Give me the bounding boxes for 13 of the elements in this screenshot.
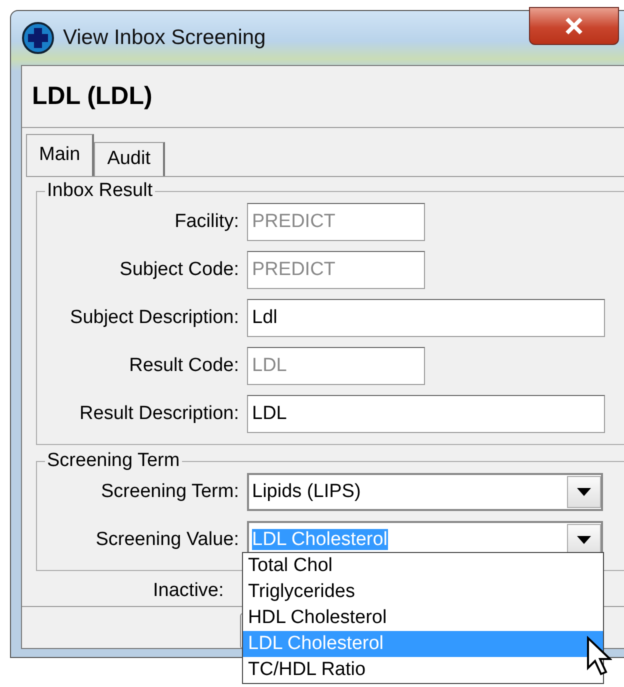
field-label: Facility: [174,210,240,234]
window-title: View Inbox Screening [63,25,266,52]
field-label: Result Description: [78,402,240,426]
combo-value: LDL Cholesterol [252,528,388,550]
field-label: Subject Description: [69,306,240,330]
combo-value: Lipids (LIPS) [252,480,361,502]
field-label: Screening Value: [94,528,240,552]
field-label: Screening Term: [100,480,240,504]
record-heading: LDL (LDL) [32,80,152,112]
group-title: Screening Term [45,449,182,473]
field-label: Result Code: [128,354,240,378]
inactive-label: Inactive: [153,579,224,603]
field-label: Subject Code: [118,258,240,282]
